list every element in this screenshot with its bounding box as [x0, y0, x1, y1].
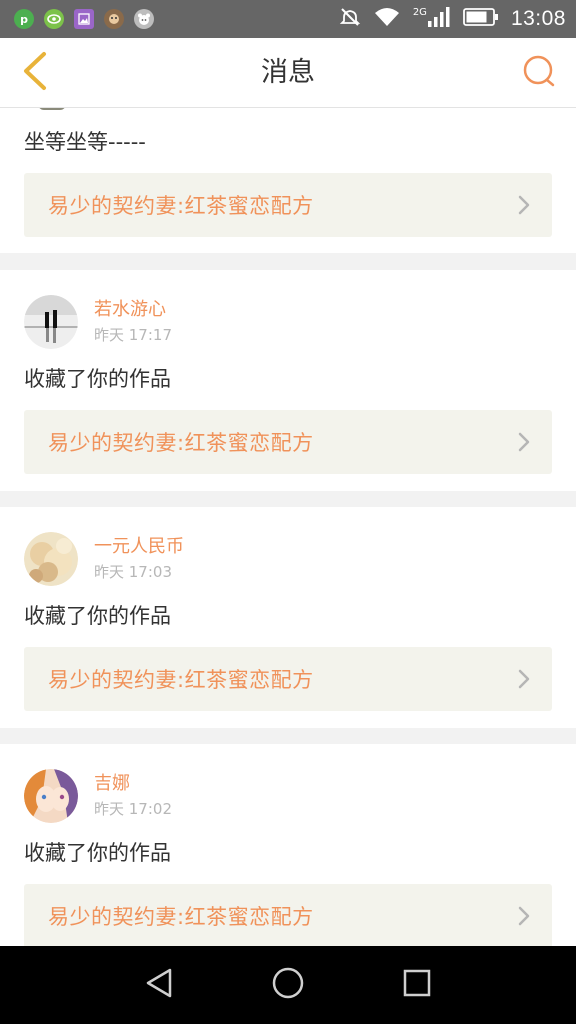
home-circle-icon	[271, 966, 305, 1004]
wifi-icon	[373, 6, 401, 32]
network-type: 2G	[412, 6, 427, 18]
notification-icons: p	[14, 9, 154, 29]
work-link[interactable]: 易少的契约妻:红茶蜜恋配方	[24, 647, 552, 711]
system-icons: 2G 13:08	[339, 6, 566, 32]
timestamp: 昨天 17:03	[94, 563, 172, 581]
chevron-right-icon	[518, 906, 530, 930]
work-link[interactable]: 易少的契约妻:红茶蜜恋配方	[24, 884, 552, 946]
search-icon	[522, 54, 556, 92]
message-list: 坐等坐等----- 易少的契约妻:红茶蜜恋配方 若水游心 昨天 17:17 收藏…	[0, 108, 576, 946]
work-title: 易少的契约妻:红茶蜜恋配方	[48, 668, 314, 692]
message-header: 吉娜 昨天 17:02	[24, 768, 172, 824]
username[interactable]: 一元人民币	[94, 535, 184, 559]
battery-icon	[463, 7, 499, 31]
nav-recents-button[interactable]	[387, 955, 447, 1015]
status-time: 13:08	[510, 7, 566, 30]
work-link[interactable]: 易少的契约妻:红茶蜜恋配方	[24, 410, 552, 474]
gallery-app-icon	[74, 9, 94, 29]
work-link[interactable]: 易少的契约妻:红茶蜜恋配方	[24, 173, 552, 237]
user-meta: 一元人民币 昨天 17:03	[94, 535, 184, 583]
user-meta: 吉娜 昨天 17:02	[94, 772, 172, 820]
app-p-icon: p	[14, 9, 34, 29]
message-text: 坐等坐等-----	[24, 130, 146, 154]
search-button[interactable]	[516, 50, 562, 96]
message-text: 收藏了你的作品	[24, 367, 171, 391]
chevron-right-icon	[518, 432, 530, 456]
nav-back-button[interactable]	[129, 955, 189, 1015]
user-meta: 若水游心 昨天 17:17	[94, 298, 172, 346]
screen: p 2G 13:08 消息 坐等坐等----- 易少的契约妻:红茶蜜恋配方 若水…	[0, 0, 576, 1024]
timestamp: 昨天 17:02	[94, 800, 172, 818]
nav-home-button[interactable]	[258, 955, 318, 1015]
username[interactable]: 若水游心	[94, 298, 172, 322]
avatar[interactable]	[24, 769, 78, 823]
message-header: 一元人民币 昨天 17:03	[24, 531, 184, 587]
page-title: 消息	[261, 57, 315, 88]
username[interactable]: 吉娜	[94, 772, 172, 796]
monkey-app-icon	[104, 9, 124, 29]
message-text: 收藏了你的作品	[24, 841, 171, 865]
recents-square-icon	[402, 968, 432, 1002]
back-triangle-icon	[144, 967, 174, 1003]
message-card: 一元人民币 昨天 17:03 收藏了你的作品 易少的契约妻:红茶蜜恋配方	[0, 507, 576, 728]
avatar[interactable]	[24, 532, 78, 586]
message-card: 吉娜 昨天 17:02 收藏了你的作品 易少的契约妻:红茶蜜恋配方	[0, 744, 576, 946]
message-card: 若水游心 昨天 17:17 收藏了你的作品 易少的契约妻:红茶蜜恋配方	[0, 270, 576, 491]
silent-icon	[339, 6, 361, 32]
signal-icon	[427, 6, 451, 32]
eye-app-icon	[44, 9, 64, 29]
work-title: 易少的契约妻:红茶蜜恋配方	[48, 905, 314, 929]
chevron-right-icon	[518, 669, 530, 693]
message-header: 若水游心 昨天 17:17	[24, 294, 172, 350]
work-title: 易少的契约妻:红茶蜜恋配方	[48, 194, 314, 218]
work-title: 易少的契约妻:红茶蜜恋配方	[48, 431, 314, 455]
message-card: 坐等坐等----- 易少的契约妻:红茶蜜恋配方	[0, 108, 576, 253]
system-nav-bar	[0, 946, 576, 1024]
header: 消息	[0, 38, 576, 108]
bear-app-icon	[134, 9, 154, 29]
avatar[interactable]	[24, 295, 78, 349]
avatar	[38, 108, 66, 110]
chevron-right-icon	[518, 195, 530, 219]
message-text: 收藏了你的作品	[24, 604, 171, 628]
timestamp: 昨天 17:17	[94, 326, 172, 344]
status-bar: p 2G 13:08	[0, 0, 576, 38]
